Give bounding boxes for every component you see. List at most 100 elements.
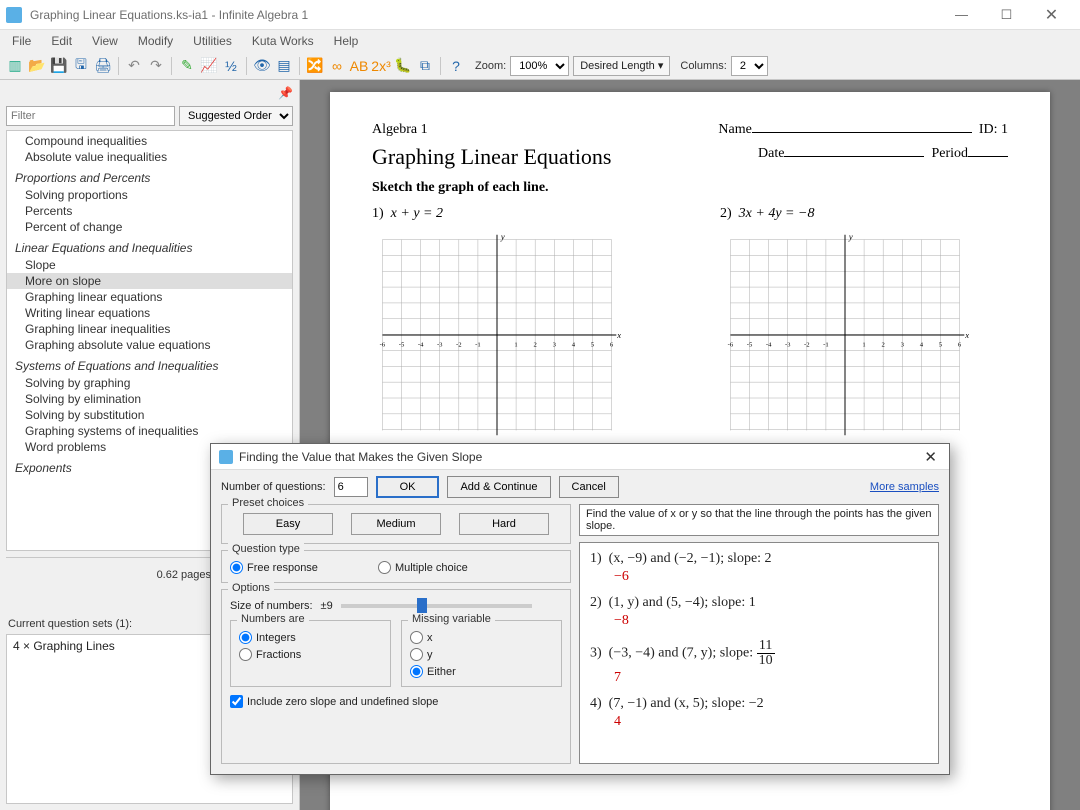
topic-item[interactable]: Solving by elimination (7, 391, 292, 407)
graph-icon[interactable]: 📈 (200, 57, 218, 75)
save-icon[interactable]: 💾 (50, 57, 68, 75)
dialog-close-button[interactable]: ✕ (920, 448, 941, 466)
page-icon[interactable]: ▤ (275, 57, 293, 75)
svg-text:y: y (500, 232, 505, 242)
shuffle-icon[interactable]: 🔀 (306, 57, 324, 75)
svg-text:-3: -3 (785, 341, 791, 348)
minimize-button[interactable]: — (939, 0, 984, 30)
check-icon[interactable]: ✎ (178, 57, 196, 75)
topic-item[interactable]: More on slope (7, 273, 292, 289)
twox-icon[interactable]: 2x³ (372, 57, 390, 75)
new-icon[interactable]: ▥ (6, 57, 24, 75)
topic-item[interactable]: Graphing absolute value equations (7, 337, 292, 353)
menu-utilities[interactable]: Utilities (185, 32, 240, 50)
missing-either[interactable]: Either (410, 665, 553, 678)
desired-length-dropdown[interactable]: Desired Length ▾ (573, 56, 670, 76)
sample-answer: −6 (614, 569, 928, 585)
print-icon[interactable]: 🖨 (94, 57, 112, 75)
svg-text:3: 3 (901, 341, 905, 348)
columns-label: Columns: (680, 60, 726, 72)
topic-item[interactable]: Percent of change (7, 219, 292, 235)
topic-item[interactable]: Graphing linear equations (7, 289, 292, 305)
undo-icon[interactable]: ↶ (125, 57, 143, 75)
svg-text:3: 3 (553, 341, 557, 348)
topic-item[interactable]: Absolute value inequalities (7, 149, 292, 165)
regen-icon[interactable]: 🐛 (394, 57, 412, 75)
svg-text:5: 5 (591, 341, 595, 348)
filter-input[interactable] (6, 106, 175, 126)
menu-file[interactable]: File (4, 32, 39, 50)
missing-y[interactable]: y (410, 648, 553, 661)
preset-hard-button[interactable]: Hard (459, 513, 549, 535)
topic-item[interactable]: Compound inequalities (7, 133, 292, 149)
add-continue-button[interactable]: Add & Continue (447, 476, 550, 498)
numbers-integers[interactable]: Integers (239, 631, 382, 644)
window-titlebar: Graphing Linear Equations.ks-ia1 - Infin… (0, 0, 1080, 30)
sample-question: 2) (1, y) and (5, −4); slope: 1 (590, 595, 928, 611)
size-label: Size of numbers: (230, 600, 313, 612)
number-icon[interactable]: ½ (222, 57, 240, 75)
sample-answer: 7 (614, 670, 928, 686)
zoom-select[interactable]: 100% (510, 56, 569, 76)
date-label: Date (758, 146, 784, 161)
pin-icon[interactable]: 📌 (277, 86, 293, 100)
question-dialog: Finding the Value that Makes the Given S… (210, 443, 950, 775)
close-button[interactable]: ✕ (1029, 0, 1074, 30)
missing-variable-group: Missing variable x y Either (401, 620, 562, 687)
eye-icon[interactable]: 👁 (253, 57, 271, 75)
menu-modify[interactable]: Modify (130, 32, 181, 50)
sample-question: 3) (−3, −4) and (7, y); slope: 1110 (590, 639, 928, 668)
svg-text:2: 2 (882, 341, 885, 348)
include-zero-slope-checkbox[interactable]: Include zero slope and undefined slope (230, 695, 562, 708)
numbers-fractions[interactable]: Fractions (239, 648, 382, 661)
topic-item[interactable]: Graphing linear inequalities (7, 321, 292, 337)
ok-button[interactable]: OK (376, 476, 440, 498)
menu-help[interactable]: Help (326, 32, 367, 50)
missing-x[interactable]: x (410, 631, 553, 644)
graph-grid: -6-5-4-3-2-1123456xy (372, 230, 622, 440)
size-slider[interactable] (341, 604, 532, 608)
pages-label: 0.62 pages (157, 569, 211, 581)
svg-text:2: 2 (534, 341, 537, 348)
saveall-icon[interactable]: 🖫 (72, 57, 90, 75)
topic-item[interactable]: Graphing systems of inequalities (7, 423, 292, 439)
toolbar: ▥ 📂 💾 🖫 🖨 ↶ ↷ ✎ 📈 ½ 👁 ▤ 🔀 ∞ AB 2x³ 🐛 ⧉ ?… (0, 52, 1080, 80)
svg-text:6: 6 (610, 341, 614, 348)
problem-1: 1) x + y = 2 -6-5-4-3-2-1123456xy (372, 206, 660, 440)
topic-item[interactable]: Slope (7, 257, 292, 273)
cancel-button[interactable]: Cancel (559, 476, 619, 498)
topic-item[interactable]: Solving by substitution (7, 407, 292, 423)
svg-text:-5: -5 (747, 341, 753, 348)
open-icon[interactable]: 📂 (28, 57, 46, 75)
size-value: ±9 (321, 600, 333, 612)
sample-questions: 1) (x, −9) and (−2, −1); slope: 2−62) (1… (579, 542, 939, 764)
topic-item[interactable]: Percents (7, 203, 292, 219)
help-icon[interactable]: ? (447, 57, 465, 75)
redo-icon[interactable]: ↷ (147, 57, 165, 75)
columns-select[interactable]: 2 (731, 56, 768, 76)
preset-easy-button[interactable]: Easy (243, 513, 333, 535)
svg-text:-1: -1 (823, 341, 829, 348)
qtype-multiple-choice[interactable]: Multiple choice (378, 561, 468, 574)
maximize-button[interactable]: ☐ (984, 0, 1029, 30)
abcd-icon[interactable]: AB (350, 57, 368, 75)
more-samples-link[interactable]: More samples (870, 481, 939, 493)
sample-question: 4) (7, −1) and (x, 5); slope: −2 (590, 696, 928, 712)
topic-item[interactable]: Solving proportions (7, 187, 292, 203)
svg-text:-4: -4 (766, 341, 772, 348)
menu-kutaworks[interactable]: Kuta Works (244, 32, 322, 50)
options-group: Options Size of numbers: ±9 Numbers are … (221, 589, 571, 764)
topic-item[interactable]: Solving by graphing (7, 375, 292, 391)
preset-medium-button[interactable]: Medium (351, 513, 441, 535)
order-select[interactable]: Suggested Order (179, 106, 293, 126)
infinity-icon[interactable]: ∞ (328, 57, 346, 75)
topic-category: Linear Equations and Inequalities (7, 235, 292, 257)
svg-text:4: 4 (572, 341, 576, 348)
num-questions-input[interactable] (334, 477, 368, 497)
menu-edit[interactable]: Edit (43, 32, 80, 50)
qtype-free-response[interactable]: Free response (230, 561, 318, 574)
copy-icon[interactable]: ⧉ (416, 57, 434, 75)
menu-view[interactable]: View (84, 32, 126, 50)
svg-text:-6: -6 (380, 341, 386, 348)
topic-item[interactable]: Writing linear equations (7, 305, 292, 321)
